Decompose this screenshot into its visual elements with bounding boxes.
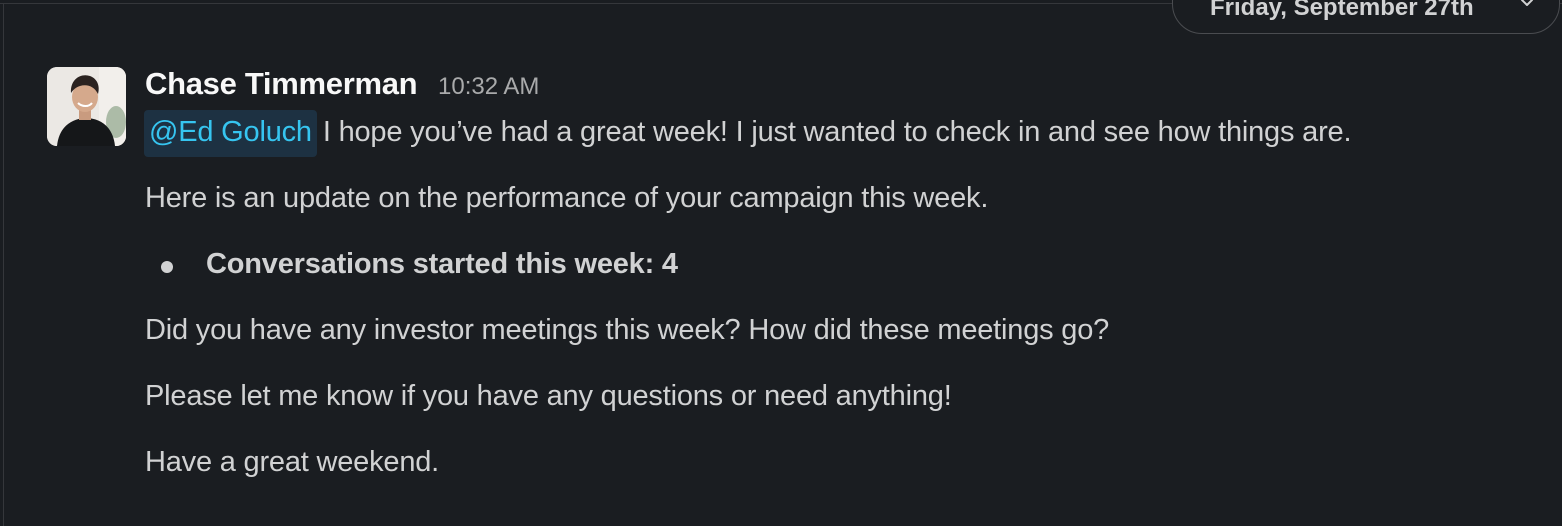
- message-line-greeting: @Ed Goluch I hope you’ve had a great week…: [144, 110, 1352, 157]
- user-mention[interactable]: @Ed Goluch: [144, 110, 317, 157]
- pane-left-border: [3, 3, 4, 526]
- message-line-update: Here is an update on the performance of …: [145, 182, 989, 214]
- chevron-down-icon: [1521, 0, 1533, 6]
- message-timestamp[interactable]: 10:32 AM: [438, 73, 539, 101]
- date-divider-label: Friday, September 27th: [1210, 0, 1474, 21]
- message-line-request: Please let me know if you have any quest…: [145, 380, 952, 412]
- avatar[interactable]: [47, 67, 126, 146]
- message-pane: Friday, September 27th Chase Timmerman 1…: [0, 0, 1562, 526]
- bullet-dot: [161, 261, 173, 273]
- greeting-text: I hope you’ve had a great week! I just w…: [322, 116, 1352, 148]
- message-line-signoff: Have a great weekend.: [145, 446, 440, 478]
- message-line-question: Did you have any investor meetings this …: [145, 314, 1110, 346]
- bullet-item: Conversations started this week: 4: [206, 248, 678, 280]
- user-avatar-icon: [47, 67, 126, 146]
- date-divider-button[interactable]: Friday, September 27th: [1172, 0, 1560, 34]
- sender-name[interactable]: Chase Timmerman: [145, 66, 418, 102]
